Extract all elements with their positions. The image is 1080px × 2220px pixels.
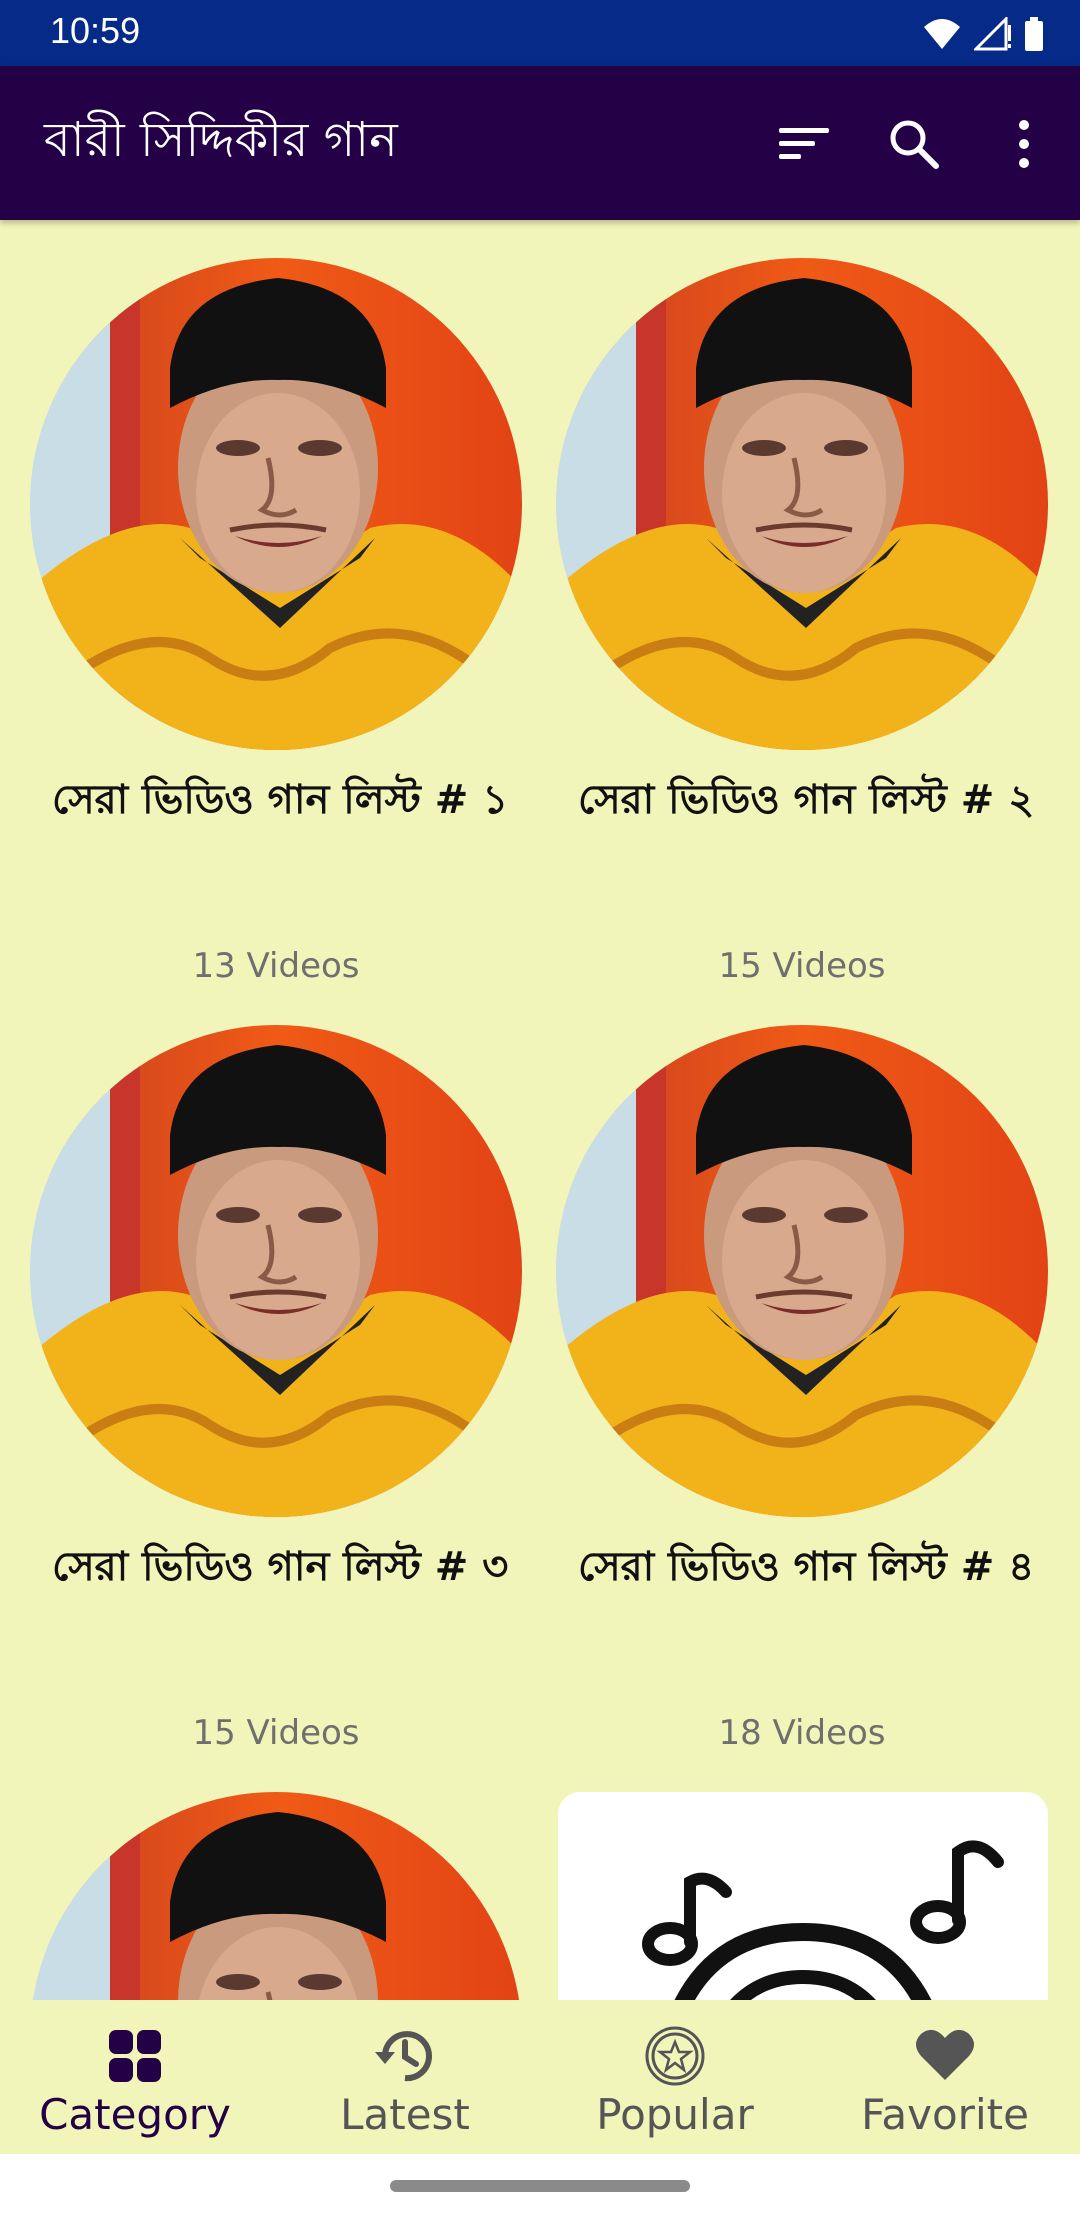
category-grid: সেরা ভিডিও গান লিস্ট # ১ 13 Videos সেরা … (0, 220, 1080, 2000)
category-video-count: 13 Videos (192, 946, 360, 986)
status-time: 10:59 (50, 10, 141, 51)
category-thumbnail (556, 1025, 1048, 1517)
wifi-icon (924, 19, 960, 49)
status-icons (922, 14, 1044, 54)
category-title: সেরা ভিডিও গান লিস্ট # ৩ (52, 1544, 509, 1590)
category-video-count: 15 Videos (192, 1713, 360, 1753)
nav-tab-favorite[interactable]: Favorite (810, 2000, 1080, 2154)
category-title: সেরা ভিডিও গান লিস্ট # ৪ (578, 1544, 1035, 1590)
nav-tab-latest[interactable]: Latest (270, 2000, 540, 2154)
more-vert-icon (1019, 120, 1029, 168)
nav-label: Popular (596, 2090, 754, 2139)
category-card[interactable]: সেরা ভিডিও গান লিস্ট # ৪ 18 Videos (556, 1025, 1056, 1753)
nav-label: Category (39, 2090, 231, 2139)
grid-icon (109, 2030, 161, 2082)
category-video-count: 18 Videos (718, 1713, 886, 1753)
nav-tab-popular[interactable]: Popular (540, 2000, 810, 2154)
heart-icon (916, 2029, 974, 2080)
category-title: সেরা ভিডিও গান লিস্ট # ২ (578, 777, 1035, 823)
history-icon (375, 2031, 432, 2082)
music-notes-icon (642, 1840, 1004, 2000)
gesture-area (0, 2154, 1080, 2220)
search-icon (890, 120, 939, 169)
battery-icon (1025, 17, 1043, 51)
category-thumbnail (556, 258, 1048, 750)
more-options-button[interactable] (988, 108, 1060, 180)
status-bar: 10:59 (0, 0, 1080, 66)
category-thumbnail (30, 1792, 522, 2000)
category-card[interactable]: সেরা ভিডিও গান লিস্ট # ২ 15 Videos (556, 258, 1056, 986)
nav-label: Latest (340, 2090, 470, 2139)
category-card[interactable]: সেরা ভিডিও গান লিস্ট # ১ 13 Videos (30, 258, 530, 986)
category-card[interactable]: সেরা ভিডিও গান লিস্ট # ৩ 15 Videos (30, 1025, 530, 1753)
home-gesture-handle[interactable] (390, 2180, 690, 2192)
category-card[interactable] (30, 1792, 530, 2000)
signal-icon (974, 17, 1011, 51)
star-badge-icon (645, 2026, 705, 2086)
search-button[interactable] (878, 108, 950, 180)
nav-label: Favorite (861, 2090, 1029, 2139)
category-video-count: 15 Videos (718, 946, 886, 986)
app-title: বারী সিদ্দিকীর গান (44, 112, 398, 168)
category-thumbnail (30, 258, 522, 750)
bottom-navigation: Category Latest Popular Favorite (0, 2000, 1080, 2154)
category-thumbnail (30, 1025, 522, 1517)
nav-tab-category[interactable]: Category (0, 2000, 270, 2154)
category-title: সেরা ভিডিও গান লিস্ট # ১ (52, 777, 509, 823)
sort-icon (779, 128, 829, 159)
sort-button[interactable] (768, 108, 840, 180)
music-card[interactable] (558, 1792, 1048, 2000)
app-bar: বারী সিদ্দিকীর গান (0, 66, 1080, 220)
